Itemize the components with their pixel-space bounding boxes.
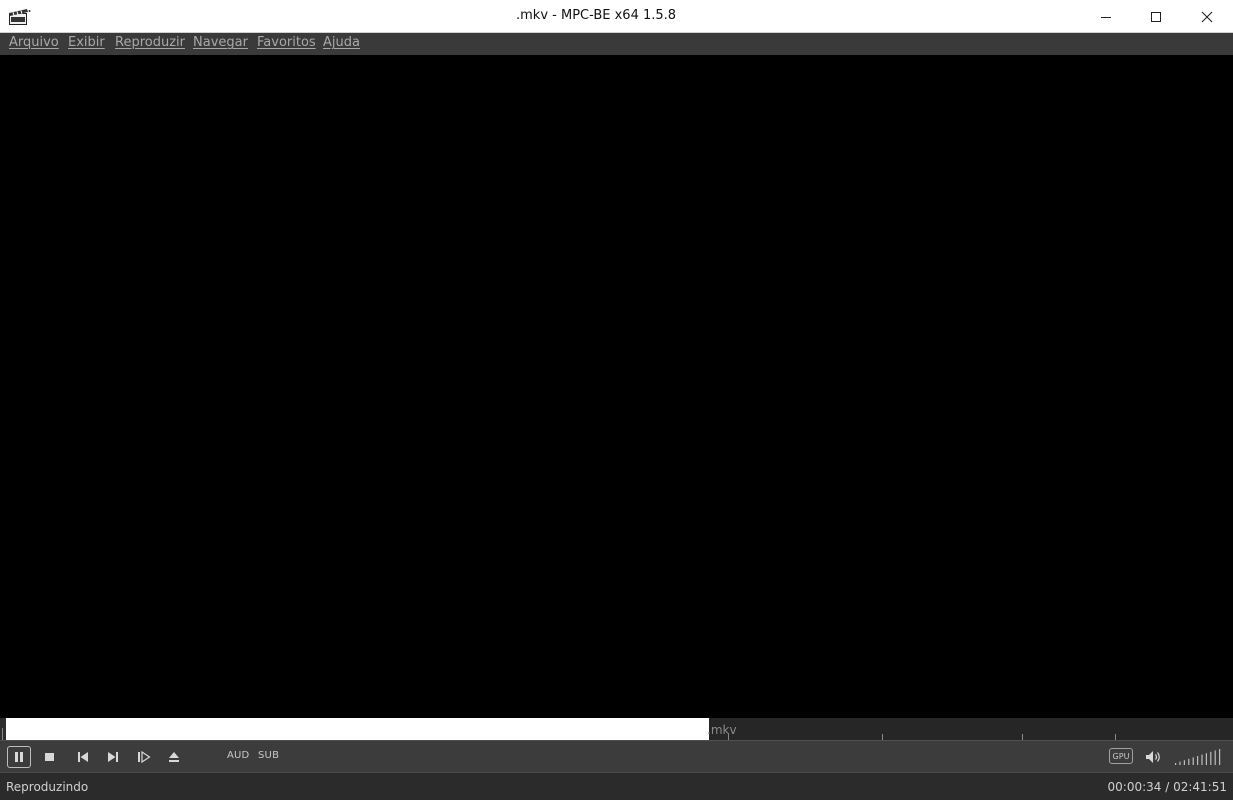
chapter-label: .mkv	[707, 723, 737, 737]
volume-bar	[1175, 763, 1177, 765]
next-button[interactable]	[101, 746, 125, 768]
skip-back-icon	[78, 752, 88, 762]
time-display[interactable]: 00:00:34 / 02:41:51	[1108, 780, 1227, 794]
eject-button[interactable]	[162, 746, 186, 768]
playback-status: Reproduzindo	[6, 780, 89, 794]
subtitle-button[interactable]: SUB	[258, 750, 279, 761]
minimize-button[interactable]	[1081, 0, 1131, 33]
menu-arquivo[interactable]: Arquivo	[9, 35, 59, 50]
title-bar[interactable]: .mkv - MPC-BE x64 1.5.8	[0, 0, 1233, 33]
menu-bar: Arquivo Exibir Reproduzir Navegar Favori…	[0, 33, 1233, 55]
eject-icon	[169, 752, 179, 762]
volume-bar	[1188, 758, 1190, 765]
skip-forward-icon	[108, 752, 118, 762]
volume-bar	[1197, 756, 1199, 765]
volume-bar	[1219, 749, 1221, 765]
pause-icon	[15, 752, 23, 762]
gpu-indicator[interactable]: GPU	[1109, 748, 1133, 764]
frame-step-icon	[138, 751, 151, 763]
speaker-icon	[1146, 751, 1160, 763]
volume-bar	[1214, 750, 1216, 765]
status-bar: Reproduzindo 00:00:34 / 02:41:51	[0, 772, 1233, 800]
volume-bar	[1192, 757, 1194, 765]
volume-bar	[1210, 751, 1212, 765]
volume-slider[interactable]	[1174, 748, 1224, 766]
chapter-label-background	[6, 718, 709, 740]
video-area[interactable]	[0, 55, 1233, 718]
close-icon	[1201, 11, 1213, 22]
mpc-be-window: .mkv - MPC-BE x64 1.5.8 Arquivo Exibir R…	[0, 0, 1233, 800]
close-button[interactable]	[1182, 0, 1232, 33]
minimize-icon	[1101, 16, 1111, 18]
menu-favoritos[interactable]: Favoritos	[257, 35, 316, 50]
volume-bar	[1205, 753, 1207, 765]
audio-track-button[interactable]: AUD	[227, 750, 249, 761]
menu-reproduzir[interactable]: Reproduzir	[115, 35, 185, 50]
seek-bar[interactable]: .mkv	[0, 718, 1233, 740]
menu-ajuda[interactable]: Ajuda	[323, 35, 360, 50]
frame-step-button[interactable]	[132, 746, 156, 768]
control-toolbar: AUD SUB GPU	[0, 740, 1233, 772]
menu-exibir[interactable]: Exibir	[68, 35, 105, 50]
menu-navegar[interactable]: Navegar	[193, 35, 248, 50]
volume-bar	[1179, 761, 1181, 765]
stop-button[interactable]	[38, 746, 62, 768]
seek-start-tick	[2, 728, 3, 740]
seek-track[interactable]	[709, 718, 1233, 740]
previous-button[interactable]	[71, 746, 95, 768]
stop-icon	[45, 753, 54, 761]
volume-bar	[1183, 760, 1185, 765]
pause-button[interactable]	[7, 746, 31, 768]
maximize-icon	[1151, 11, 1161, 22]
window-title: .mkv - MPC-BE x64 1.5.8	[516, 8, 677, 23]
volume-bar	[1201, 754, 1203, 765]
maximize-button[interactable]	[1131, 0, 1181, 33]
mute-button[interactable]	[1142, 746, 1166, 768]
